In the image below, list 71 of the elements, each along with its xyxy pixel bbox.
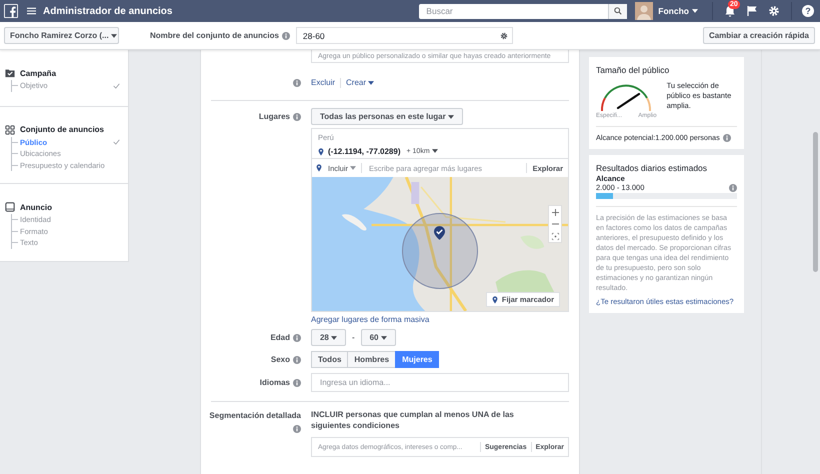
- caret-icon: [331, 336, 338, 340]
- location-pin-icon: [316, 164, 322, 172]
- facebook-logo-icon[interactable]: [4, 4, 18, 18]
- zoom-in-button[interactable]: [549, 206, 561, 218]
- focus-icon: [552, 232, 558, 240]
- range-separator: -: [352, 333, 355, 342]
- name-input[interactable]: 28-60: [300, 30, 500, 42]
- gender-option[interactable]: Mujeres: [395, 351, 440, 368]
- quick-creation-button[interactable]: Cambiar a creación rápida: [702, 27, 815, 44]
- menu-icon[interactable]: [27, 7, 36, 15]
- create-link[interactable]: Crear: [346, 78, 374, 87]
- field-label: Segmentación detallada: [209, 411, 301, 420]
- info-icon: [293, 356, 301, 364]
- section-title: Conjunto de anuncios: [20, 125, 104, 134]
- caret-icon: [448, 114, 454, 119]
- field-label: Lugares: [258, 112, 290, 121]
- card-title: Tamaño del público: [596, 65, 670, 75]
- folder-check-icon: [5, 68, 15, 78]
- targeting-description: INCLUIR personas que cumplan al menos UNA de las siguientes condiciones: [311, 409, 515, 431]
- caret-icon: [432, 149, 438, 154]
- user-menu[interactable]: Foncho: [658, 6, 689, 16]
- app-title: Administrador de anuncios: [43, 6, 172, 16]
- exclude-link[interactable]: Excluir: [311, 78, 336, 87]
- field-label: Idiomas: [260, 378, 290, 387]
- field-label: Sexo: [270, 355, 290, 364]
- field-label: Edad: [270, 333, 290, 342]
- info-icon: [729, 184, 737, 192]
- gender-option[interactable]: Hombres: [347, 351, 396, 368]
- location-mode-dropdown[interactable]: Todas las personas en este lugar: [311, 108, 463, 125]
- info-icon: [293, 378, 301, 386]
- location-pin-icon: [318, 148, 324, 156]
- bulk-locations-link[interactable]: Agregar lugares de forma masiva: [311, 315, 430, 324]
- help-button[interactable]: ?: [802, 5, 814, 17]
- info-icon: [282, 32, 290, 40]
- search-button[interactable]: [608, 4, 628, 18]
- fit-map-button[interactable]: [549, 230, 561, 242]
- search-icon: [614, 7, 622, 15]
- settings-icon[interactable]: [500, 32, 508, 40]
- coordinates-text: (-12.1194, -77.0289): [328, 147, 400, 156]
- map-pin-icon[interactable]: [434, 226, 445, 241]
- avatar[interactable]: [635, 2, 654, 20]
- section-title: Campaña: [20, 68, 56, 78]
- language-field[interactable]: Ingresa un idioma...: [311, 373, 569, 392]
- search-field[interactable]: Buscar: [419, 4, 628, 18]
- square-icon: [5, 202, 15, 212]
- caret-icon[interactable]: [692, 9, 698, 13]
- info-icon: [722, 134, 731, 142]
- info-icon: [293, 425, 301, 433]
- info-icon: [293, 78, 301, 86]
- min-age-dropdown[interactable]: 28: [311, 329, 346, 346]
- grid-icon: [5, 124, 15, 134]
- ad-set-name-field[interactable]: 28-60: [296, 27, 513, 44]
- caret-icon: [368, 80, 374, 85]
- caret-icon: [110, 34, 117, 38]
- section-title: Anuncio: [20, 202, 52, 212]
- caret-icon: [380, 336, 387, 340]
- plus-icon: [552, 208, 558, 216]
- search-input[interactable]: Buscar: [424, 5, 608, 17]
- account-dropdown[interactable]: Foncho Ramirez Corzo (...: [4, 27, 119, 44]
- location-pin-icon: [492, 296, 498, 304]
- info-icon: [293, 112, 301, 120]
- caret-icon: [350, 166, 356, 170]
- scrollbar-thumb[interactable]: [813, 132, 818, 272]
- language-input[interactable]: Ingresa un idioma...: [318, 377, 564, 388]
- card-title: Resultados diarios estimados: [596, 163, 708, 173]
- gender-option[interactable]: Todos: [311, 351, 348, 368]
- flag-icon[interactable]: [746, 5, 758, 17]
- ad-set-name-label: Nombre del conjunto de anuncios: [150, 31, 279, 40]
- minus-icon: [552, 223, 558, 225]
- max-age-dropdown[interactable]: 60: [360, 329, 396, 346]
- info-icon: [293, 334, 301, 342]
